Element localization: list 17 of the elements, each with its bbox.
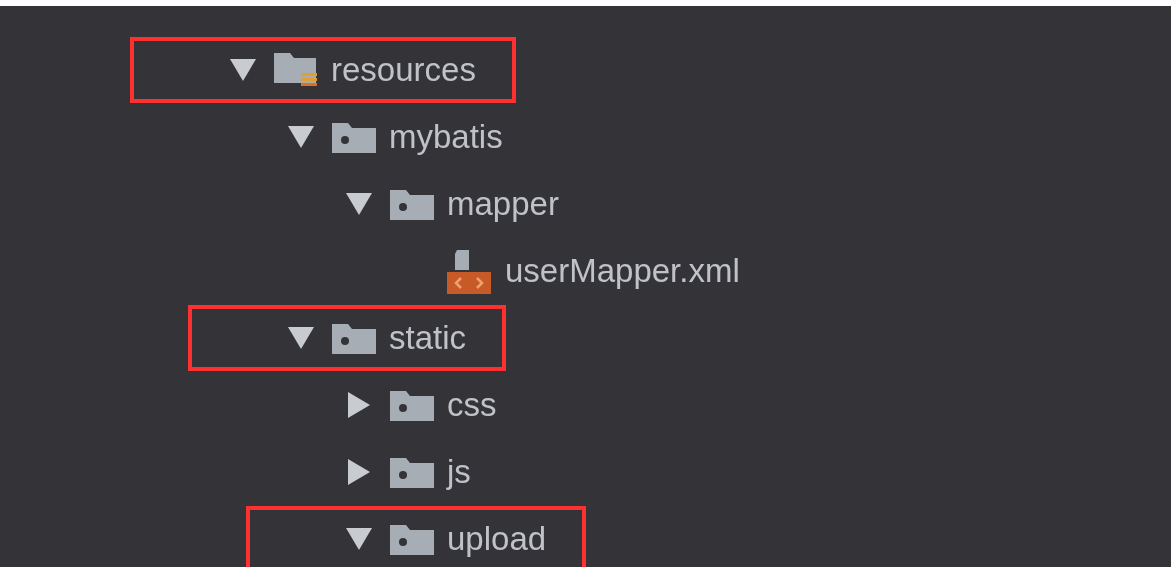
xml-file-icon <box>447 247 493 294</box>
resource-folder-icon <box>273 50 319 89</box>
expanded-arrow-icon[interactable] <box>346 527 372 550</box>
folder-name[interactable]: mapper <box>447 178 559 229</box>
collapsed-arrow-icon[interactable] <box>348 458 370 485</box>
expanded-arrow-icon[interactable] <box>288 326 314 349</box>
folder-name[interactable]: resources <box>331 44 476 95</box>
folder-name[interactable]: upload <box>447 513 547 564</box>
folder-name[interactable]: static <box>389 312 467 363</box>
file-name[interactable]: userMapper.xml <box>505 245 740 296</box>
expanded-arrow-icon[interactable] <box>230 58 256 81</box>
folder-name[interactable]: css <box>447 379 497 430</box>
expanded-arrow-icon[interactable] <box>288 125 314 148</box>
collapsed-arrow-icon[interactable] <box>348 391 370 418</box>
folder-name[interactable]: js <box>447 446 471 497</box>
folder-name[interactable]: mybatis <box>389 111 503 162</box>
expanded-arrow-icon[interactable] <box>346 192 372 215</box>
